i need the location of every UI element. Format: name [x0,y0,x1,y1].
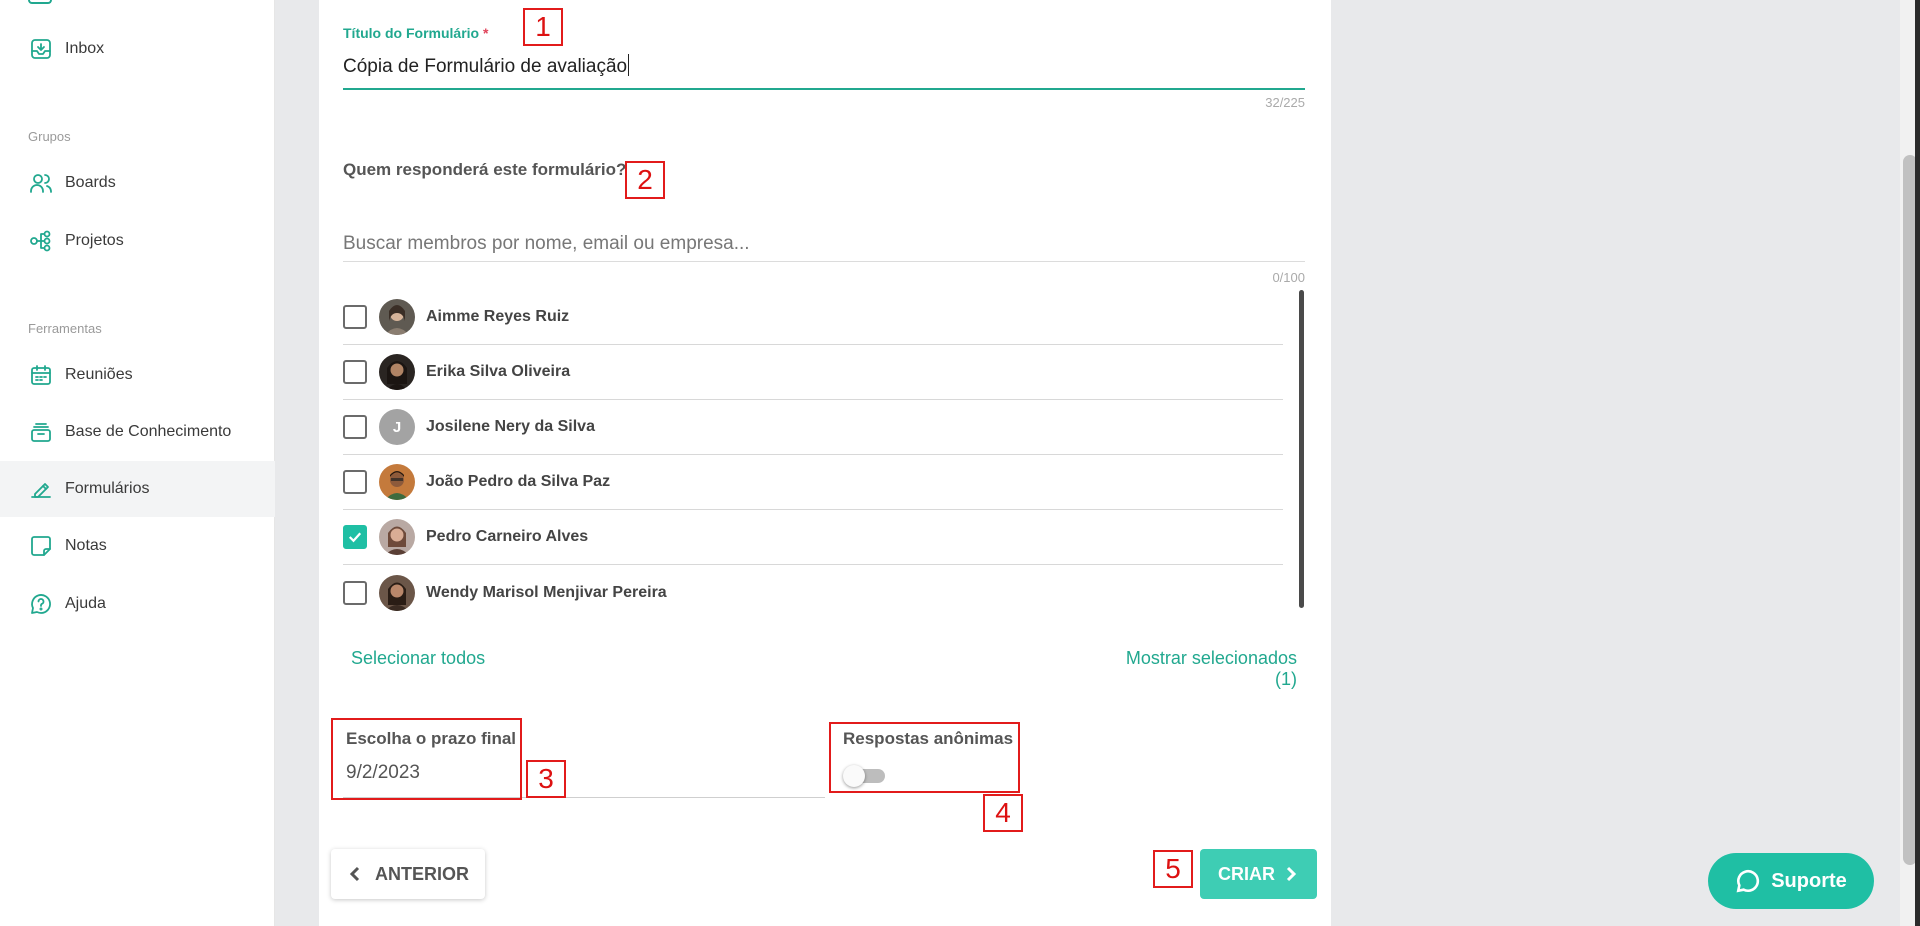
sidebar-item-label: Formulários [65,480,150,497]
member-checkbox[interactable] [343,305,367,329]
show-selected-link[interactable]: Mostrar selecionados (1) [1101,648,1297,690]
title-input[interactable]: Cópia de Formulário de avaliação [343,54,630,78]
member-row[interactable]: J Josilene Nery da Silva [343,400,1283,455]
avatar [379,354,415,390]
sidebar-item-inbox[interactable]: Inbox [0,21,275,77]
calendar-icon [28,362,54,388]
annotation-box-anonymous [829,722,1020,793]
sidebar-item-label: Boards [65,174,116,191]
member-row[interactable]: Aimme Reyes Ruiz [343,290,1283,345]
window-edge [1915,0,1920,926]
sidebar-item-notas[interactable]: Notas [0,518,275,574]
title-underline [343,88,1305,90]
avatar [379,299,415,335]
help-icon [28,591,54,617]
section-grupos: Grupos [28,129,71,144]
partial-icon [28,0,52,4]
select-all-link[interactable]: Selecionar todos [351,648,485,669]
member-row[interactable]: Pedro Carneiro Alves [343,510,1283,565]
avatar [379,574,415,611]
sidebar-item-reunioes[interactable]: Reuniões [0,347,275,403]
previous-button[interactable]: ANTERIOR [331,849,485,899]
sidebar: Inbox Grupos Boards Projetos Ferramentas… [0,0,275,926]
create-button[interactable]: CRIAR [1200,849,1317,899]
form-icon [28,476,54,502]
chevron-right-icon [1286,866,1297,882]
title-char-counter: 32/225 [1265,95,1305,110]
knowledge-base-icon [28,419,54,445]
page-scrollbar[interactable] [1900,0,1920,926]
sidebar-item-label: Projetos [65,232,124,249]
sidebar-item-label: Notas [65,537,107,554]
member-checkbox-checked[interactable] [343,525,367,549]
sidebar-item-ajuda[interactable]: Ajuda [0,576,275,632]
member-row[interactable]: Wendy Marisol Menjivar Pereira [343,565,1283,620]
member-row[interactable]: Erika Silva Oliveira [343,345,1283,400]
users-icon [28,170,54,196]
avatar: J [379,409,415,445]
member-name: Aimme Reyes Ruiz [426,308,570,325]
annotation-marker-2: 2 [625,161,665,199]
sidebar-item-boards[interactable]: Boards [0,155,275,211]
section-ferramentas: Ferramentas [28,321,102,336]
member-name: Erika Silva Oliveira [426,363,571,380]
support-button[interactable]: Suporte [1708,853,1874,909]
member-name: João Pedro da Silva Paz [426,473,611,490]
member-name: Josilene Nery da Silva [426,418,595,435]
note-icon [28,533,54,559]
member-list: Aimme Reyes Ruiz Erika Silva Oliveira J … [343,290,1283,620]
inbox-icon [28,36,54,62]
member-checkbox[interactable] [343,580,367,605]
support-button-label: Suporte [1771,869,1847,892]
previous-button-label: ANTERIOR [375,863,469,884]
search-char-counter: 0/100 [1272,270,1305,285]
annotation-marker-5: 5 [1153,850,1193,888]
member-name: Wendy Marisol Menjivar Pereira [426,583,667,601]
required-mark: * [483,25,489,41]
annotation-marker-3: 3 [526,760,566,798]
chevron-left-icon [349,866,360,882]
project-tree-icon [28,228,54,254]
sidebar-item-label: Reuniões [65,366,133,383]
sidebar-item-label: Ajuda [65,595,106,612]
member-checkbox[interactable] [343,360,367,384]
title-value-text: Cópia de Formulário de avaliação [343,56,628,77]
member-checkbox[interactable] [343,415,367,439]
title-field-label: Título do Formulário * [343,25,488,41]
member-search-input[interactable] [343,226,1305,262]
responders-question-label: Quem responderá este formulário? [343,160,627,179]
sidebar-item-projetos[interactable]: Projetos [0,213,275,269]
chat-bubble-icon [1736,869,1760,893]
member-list-scrollbar[interactable] [1299,290,1304,608]
avatar [379,519,415,555]
sidebar-item-label: Base de Conhecimento [65,423,232,440]
sidebar-item-base-de-conhecimento[interactable]: Base de Conhecimento [0,404,275,460]
title-label-text: Título do Formulário [343,25,480,41]
check-icon [348,532,362,543]
text-caret [628,54,630,76]
member-row[interactable]: João Pedro da Silva Paz [343,455,1283,510]
member-checkbox[interactable] [343,470,367,494]
annotation-box-deadline [331,718,522,800]
sidebar-item-formularios[interactable]: Formulários [0,461,275,517]
sidebar-item-label: Inbox [65,40,105,57]
create-button-label: CRIAR [1218,863,1275,884]
member-name: Pedro Carneiro Alves [426,528,589,545]
annotation-marker-1: 1 [523,8,563,46]
avatar [379,464,415,500]
annotation-marker-4: 4 [983,794,1023,832]
